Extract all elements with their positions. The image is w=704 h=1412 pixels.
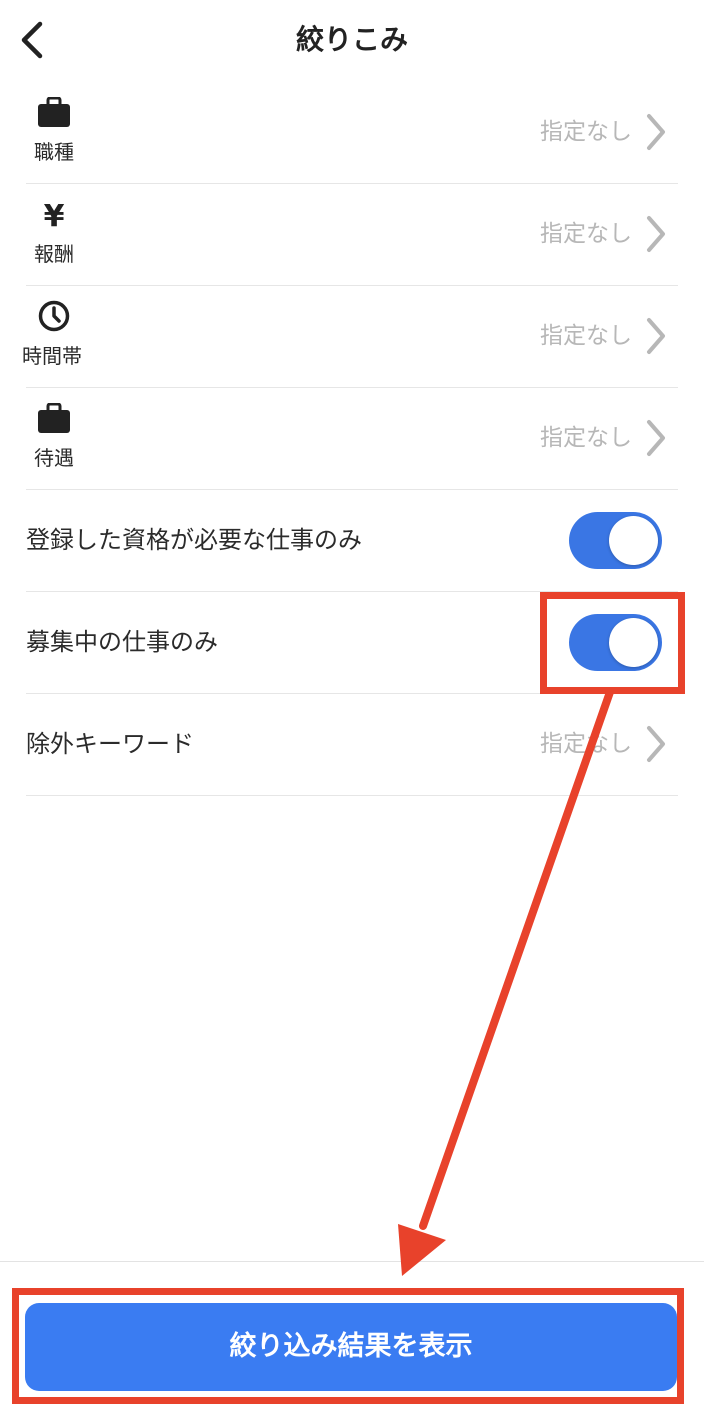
toggle-knob [609,516,658,565]
yen-icon: ¥ [43,198,65,234]
filter-row-pay[interactable]: ¥ 報酬 指定なし [26,184,678,286]
chevron-right-icon [647,726,665,762]
filter-row-benefits[interactable]: 待遇 指定なし [26,388,678,490]
header: 絞りこみ [0,0,704,80]
toggle-row-recruiting-only: 募集中の仕事のみ [26,592,678,694]
briefcase-icon [38,402,70,434]
page-title: 絞りこみ [295,23,408,56]
chevron-right-icon [647,216,665,252]
show-results-button[interactable]: 絞り込み結果を表示 [25,1303,677,1391]
filter-label: 時間帯 [22,344,82,368]
filter-row-exclude-keyword[interactable]: 除外キーワード 指定なし [26,694,678,796]
filter-value: 指定なし [540,221,632,247]
filter-value: 指定なし [540,425,632,451]
filter-value: 指定なし [540,731,632,757]
filter-label: 職種 [34,140,74,164]
briefcase-icon [38,96,70,128]
filter-value: 指定なし [540,323,632,349]
filter-row-time[interactable]: 時間帯 指定なし [22,286,678,388]
filter-row-job-type[interactable]: 職種 指定なし [26,82,678,184]
toggle-label: 登録した資格が必要な仕事のみ [26,526,362,554]
toggle-row-qualified-only: 登録した資格が必要な仕事のみ [26,490,678,592]
toggle-label: 募集中の仕事のみ [26,628,218,656]
filter-label: 待遇 [34,446,74,470]
toggle-knob [609,618,658,667]
chevron-right-icon [647,318,665,354]
recruiting-only-toggle[interactable] [569,614,662,671]
qualified-only-toggle[interactable] [569,512,662,569]
filter-label: 除外キーワード [26,730,194,758]
footer-divider [0,1261,704,1262]
clock-icon [38,300,70,332]
chevron-right-icon [647,114,665,150]
filter-label: 報酬 [34,242,74,266]
filter-value: 指定なし [540,119,632,145]
chevron-right-icon [647,420,665,456]
